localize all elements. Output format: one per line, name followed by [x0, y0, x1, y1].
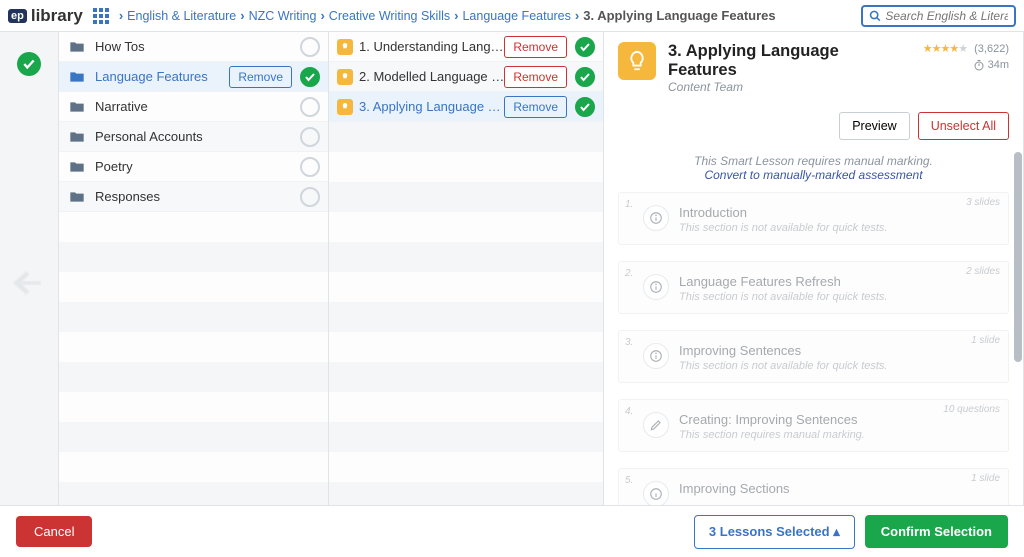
lesson-label: 1. Understanding Languag…	[359, 39, 504, 54]
lesson-row[interactable]: 1. Understanding Languag… Remove	[329, 32, 603, 62]
section-card[interactable]: 4. 10 questions Creating: Improving Sent…	[618, 399, 1009, 452]
rating-count: (3,622)	[974, 43, 1009, 55]
lightbulb-icon	[337, 69, 353, 85]
sections-list: 1. 3 slides IntroductionThis section is …	[618, 192, 1009, 518]
section-card[interactable]: 1. 3 slides IntroductionThis section is …	[618, 192, 1009, 245]
info-icon	[643, 343, 669, 369]
logo-text: library	[31, 6, 83, 26]
folder-label: How Tos	[95, 39, 292, 54]
select-circle[interactable]	[300, 97, 320, 117]
apps-grid-icon[interactable]	[93, 8, 109, 24]
folder-row[interactable]: Language Features Remove	[59, 62, 328, 92]
duration: 34m	[923, 59, 1009, 71]
lightbulb-icon	[337, 99, 353, 115]
folder-icon	[67, 189, 87, 205]
scrollbar[interactable]	[1014, 32, 1022, 505]
pencil-icon	[643, 412, 669, 438]
folder-row[interactable]: Personal Accounts	[59, 122, 328, 152]
scrollbar-thumb[interactable]	[1014, 152, 1022, 362]
stopwatch-icon	[973, 59, 985, 71]
remove-button[interactable]: Remove	[504, 36, 567, 58]
rating-stars-icon: ★★★★★	[923, 43, 967, 55]
search-box[interactable]	[861, 5, 1016, 27]
chevron-right-icon: ›	[119, 8, 123, 23]
info-icon	[643, 481, 669, 507]
folder-icon	[67, 129, 87, 145]
lessons-selected-dropdown[interactable]: 3 Lessons Selected ▴	[694, 515, 855, 549]
remove-button[interactable]: Remove	[504, 66, 567, 88]
folder-label: Narrative	[95, 99, 292, 114]
search-icon	[869, 9, 881, 23]
confirm-selection-button[interactable]: Confirm Selection	[865, 515, 1008, 548]
chevron-right-icon: ›	[320, 8, 324, 23]
folder-row[interactable]: Responses	[59, 182, 328, 212]
breadcrumb: › English & Literature › NZC Writing › C…	[119, 8, 855, 23]
detail-title: 3. Applying Language Features	[668, 42, 911, 80]
select-circle-checked[interactable]	[575, 97, 595, 117]
chevron-right-icon: ›	[454, 8, 458, 23]
folder-row[interactable]: How Tos	[59, 32, 328, 62]
section-card[interactable]: 2. 2 slides Language Features RefreshThi…	[618, 261, 1009, 314]
panels: How Tos Language Features Remove Narrati…	[58, 32, 1024, 505]
lightbulb-icon	[337, 39, 353, 55]
lesson-label: 3. Applying Language Feat…	[359, 99, 504, 114]
folder-row[interactable]: Poetry	[59, 152, 328, 182]
info-icon	[643, 205, 669, 231]
unselect-all-button[interactable]: Unselect All	[918, 112, 1009, 140]
notice: This Smart Lesson requires manual markin…	[618, 154, 1009, 182]
folder-icon	[67, 159, 87, 175]
lesson-row[interactable]: 3. Applying Language Feat… Remove	[329, 92, 603, 122]
folder-icon	[67, 99, 87, 115]
workspace: How Tos Language Features Remove Narrati…	[0, 32, 1024, 505]
lesson-row[interactable]: 2. Modelled Language Feat… Remove	[329, 62, 603, 92]
folder-icon	[67, 69, 87, 85]
logo: ep library	[8, 6, 83, 26]
info-icon	[643, 274, 669, 300]
lightbulb-icon	[618, 42, 656, 80]
remove-button[interactable]: Remove	[504, 96, 567, 118]
lesson-column: 1. Understanding Languag… Remove 2. Mode…	[329, 32, 604, 505]
top-bar: ep library › English & Literature › NZC …	[0, 0, 1024, 32]
folder-row[interactable]: Narrative	[59, 92, 328, 122]
select-circle-checked[interactable]	[575, 67, 595, 87]
folder-column: How Tos Language Features Remove Narrati…	[59, 32, 329, 505]
detail-panel: 3. Applying Language Features Content Te…	[604, 32, 1023, 505]
select-circle-checked[interactable]	[575, 37, 595, 57]
detail-author: Content Team	[668, 80, 911, 94]
select-circle[interactable]	[300, 127, 320, 147]
breadcrumb-link[interactable]: Language Features	[462, 9, 570, 23]
remove-button[interactable]: Remove	[229, 66, 292, 88]
preview-button[interactable]: Preview	[839, 112, 909, 140]
section-card[interactable]: 3. 1 slide Improving SentencesThis secti…	[618, 330, 1009, 383]
chevron-right-icon: ›	[575, 8, 579, 23]
breadcrumb-link[interactable]: Creative Writing Skills	[329, 9, 450, 23]
select-circle[interactable]	[300, 37, 320, 57]
cancel-button[interactable]: Cancel	[16, 516, 92, 547]
logo-prefix: ep	[8, 9, 27, 23]
footer: Cancel 3 Lessons Selected ▴ Confirm Sele…	[0, 505, 1024, 557]
convert-link[interactable]: Convert to manually-marked assessment	[704, 168, 922, 182]
back-arrow-button[interactable]	[12, 266, 46, 303]
select-circle[interactable]	[300, 187, 320, 207]
lesson-label: 2. Modelled Language Feat…	[359, 69, 504, 84]
caret-up-icon: ▴	[833, 524, 840, 539]
breadcrumb-current: 3. Applying Language Features	[583, 8, 775, 23]
chevron-right-icon: ›	[240, 8, 244, 23]
breadcrumb-link[interactable]: English & Literature	[127, 9, 236, 23]
left-rail	[0, 32, 58, 505]
folder-label: Responses	[95, 189, 292, 204]
notice-text: This Smart Lesson requires manual markin…	[618, 154, 1009, 168]
select-circle[interactable]	[300, 157, 320, 177]
select-circle-checked[interactable]	[300, 67, 320, 87]
detail-meta: ★★★★★ (3,622) 34m	[923, 42, 1009, 94]
detail-header: 3. Applying Language Features Content Te…	[618, 42, 1009, 94]
check-badge-icon	[17, 52, 41, 76]
folder-label: Personal Accounts	[95, 129, 292, 144]
breadcrumb-link[interactable]: NZC Writing	[249, 9, 317, 23]
folder-label: Language Features	[95, 69, 229, 84]
folder-label: Poetry	[95, 159, 292, 174]
folder-icon	[67, 39, 87, 55]
search-input[interactable]	[885, 9, 1008, 23]
